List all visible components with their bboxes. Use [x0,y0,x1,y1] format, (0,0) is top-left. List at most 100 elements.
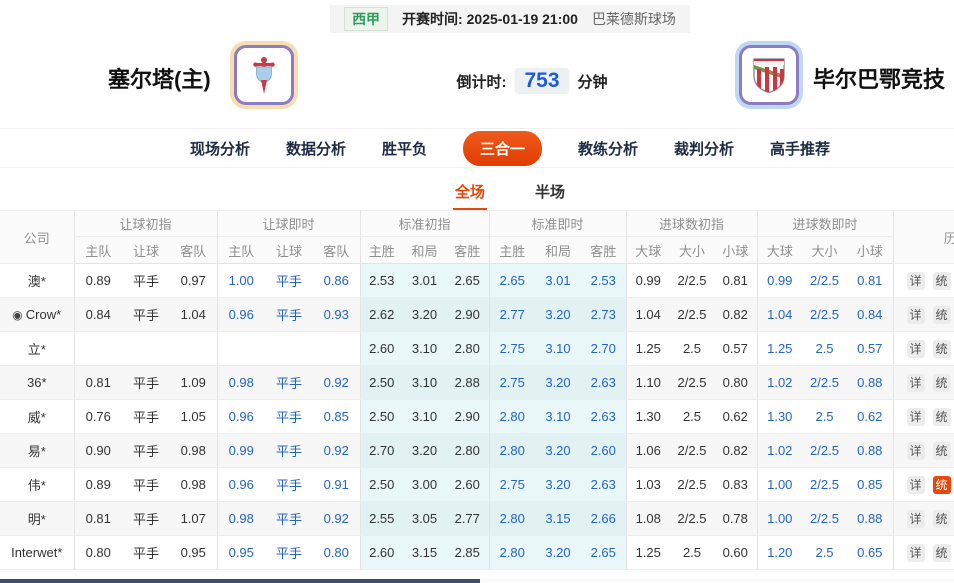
odds-cell[interactable]: 2.77 [489,298,535,332]
odds-cell[interactable]: 平手 [265,502,313,536]
detail-button[interactable]: 详 [907,340,925,358]
odds-cell[interactable]: 2.65 [489,264,535,298]
tab-live-analysis[interactable]: 现场分析 [190,138,250,159]
odds-cell[interactable] [217,332,265,366]
odds-cell[interactable]: 2.53 [581,264,626,298]
odds-cell[interactable]: 0.96 [217,298,265,332]
stats-button[interactable]: 统 [933,374,951,392]
odds-cell[interactable]: 3.20 [535,298,581,332]
odds-cell[interactable]: 平手 [265,536,313,570]
odds-cell[interactable]: 0.99 [217,434,265,468]
odds-cell[interactable]: 0.92 [313,434,360,468]
stats-button[interactable]: 统 [933,476,951,494]
odds-cell[interactable]: 1.20 [757,536,802,570]
odds-cell[interactable]: 2/2.5 [802,502,847,536]
odds-cell[interactable]: 3.20 [535,366,581,400]
odds-cell[interactable]: 3.20 [535,468,581,502]
odds-cell[interactable]: 0.99 [757,264,802,298]
odds-cell[interactable]: 1.25 [757,332,802,366]
odds-cell[interactable]: 0.88 [847,434,893,468]
odds-cell[interactable]: 0.81 [847,264,893,298]
league-badge[interactable]: 西甲 [344,7,388,31]
odds-cell[interactable]: 0.91 [313,468,360,502]
detail-button[interactable]: 详 [907,442,925,460]
company-name[interactable]: Interwet* [0,536,74,570]
odds-cell[interactable]: 3.20 [535,434,581,468]
odds-cell[interactable]: 平手 [265,400,313,434]
tab-expert-picks[interactable]: 高手推荐 [770,138,830,159]
odds-cell[interactable] [313,332,360,366]
odds-cell[interactable]: 2.80 [489,536,535,570]
odds-cell[interactable]: 2/2.5 [802,434,847,468]
odds-cell[interactable]: 0.57 [847,332,893,366]
odds-cell[interactable]: 0.93 [313,298,360,332]
stats-button[interactable]: 统 [933,408,951,426]
odds-cell[interactable]: 0.80 [313,536,360,570]
stats-button[interactable]: 统 [933,510,951,528]
odds-cell[interactable]: 2/2.5 [802,468,847,502]
odds-cell[interactable]: 0.88 [847,366,893,400]
odds-cell[interactable]: 2.65 [581,536,626,570]
subtab-half-time[interactable]: 半场 [533,178,567,208]
odds-cell[interactable]: 2.5 [802,400,847,434]
odds-cell[interactable]: 1.04 [757,298,802,332]
odds-cell[interactable]: 0.85 [313,400,360,434]
company-name[interactable]: 立* [0,332,74,366]
detail-button[interactable]: 详 [907,510,925,528]
odds-cell[interactable]: 2.80 [489,434,535,468]
odds-cell[interactable]: 0.98 [217,366,265,400]
tab-data-analysis[interactable]: 数据分析 [286,138,346,159]
stats-button[interactable]: 统 [933,544,951,562]
odds-cell[interactable]: 2.5 [802,536,847,570]
company-name[interactable]: 明* [0,502,74,536]
odds-cell[interactable]: 2.80 [489,400,535,434]
stats-button[interactable]: 统 [933,442,951,460]
odds-cell[interactable]: 2.73 [581,298,626,332]
company-name[interactable]: 易* [0,434,74,468]
odds-cell[interactable]: 平手 [265,366,313,400]
odds-cell[interactable]: 平手 [265,264,313,298]
odds-cell[interactable]: 0.95 [217,536,265,570]
odds-cell[interactable]: 0.65 [847,536,893,570]
odds-cell[interactable]: 0.92 [313,502,360,536]
odds-cell[interactable]: 1.02 [757,366,802,400]
odds-cell[interactable]: 平手 [265,468,313,502]
detail-button[interactable]: 详 [907,476,925,494]
stats-button[interactable]: 统 [933,306,951,324]
odds-cell[interactable]: 2.75 [489,332,535,366]
detail-button[interactable]: 详 [907,408,925,426]
stats-button[interactable]: 统 [933,272,951,290]
odds-cell[interactable]: 0.96 [217,468,265,502]
tab-three-in-one[interactable]: 三合一 [463,131,542,166]
odds-cell[interactable]: 2.60 [581,434,626,468]
detail-button[interactable]: 详 [907,374,925,392]
tab-coach-analysis[interactable]: 教练分析 [578,138,638,159]
odds-cell[interactable]: 3.10 [535,332,581,366]
odds-cell[interactable]: 2.75 [489,366,535,400]
detail-button[interactable]: 详 [907,544,925,562]
odds-cell[interactable]: 0.96 [217,400,265,434]
detail-button[interactable]: 详 [907,272,925,290]
odds-cell[interactable]: 2.70 [581,332,626,366]
odds-cell[interactable]: 2.66 [581,502,626,536]
odds-cell[interactable]: 3.15 [535,502,581,536]
tab-win-draw-lose[interactable]: 胜平负 [382,138,427,159]
odds-cell[interactable]: 0.84 [847,298,893,332]
odds-cell[interactable]: 2.63 [581,400,626,434]
stats-button[interactable]: 统 [933,340,951,358]
odds-cell[interactable] [265,332,313,366]
company-name[interactable]: 威* [0,400,74,434]
company-name[interactable]: 伟* [0,468,74,502]
odds-cell[interactable]: 2.80 [489,502,535,536]
odds-cell[interactable]: 1.00 [757,502,802,536]
odds-cell[interactable]: 3.01 [535,264,581,298]
odds-cell[interactable]: 2.5 [802,332,847,366]
odds-cell[interactable]: 3.10 [535,400,581,434]
odds-cell[interactable]: 0.88 [847,502,893,536]
odds-cell[interactable]: 2/2.5 [802,366,847,400]
odds-cell[interactable]: 1.00 [217,264,265,298]
odds-cell[interactable]: 平手 [265,298,313,332]
odds-cell[interactable]: 0.62 [847,400,893,434]
company-name[interactable]: ◉Crow* [0,298,74,332]
subtab-full-time[interactable]: 全场 [453,178,487,211]
